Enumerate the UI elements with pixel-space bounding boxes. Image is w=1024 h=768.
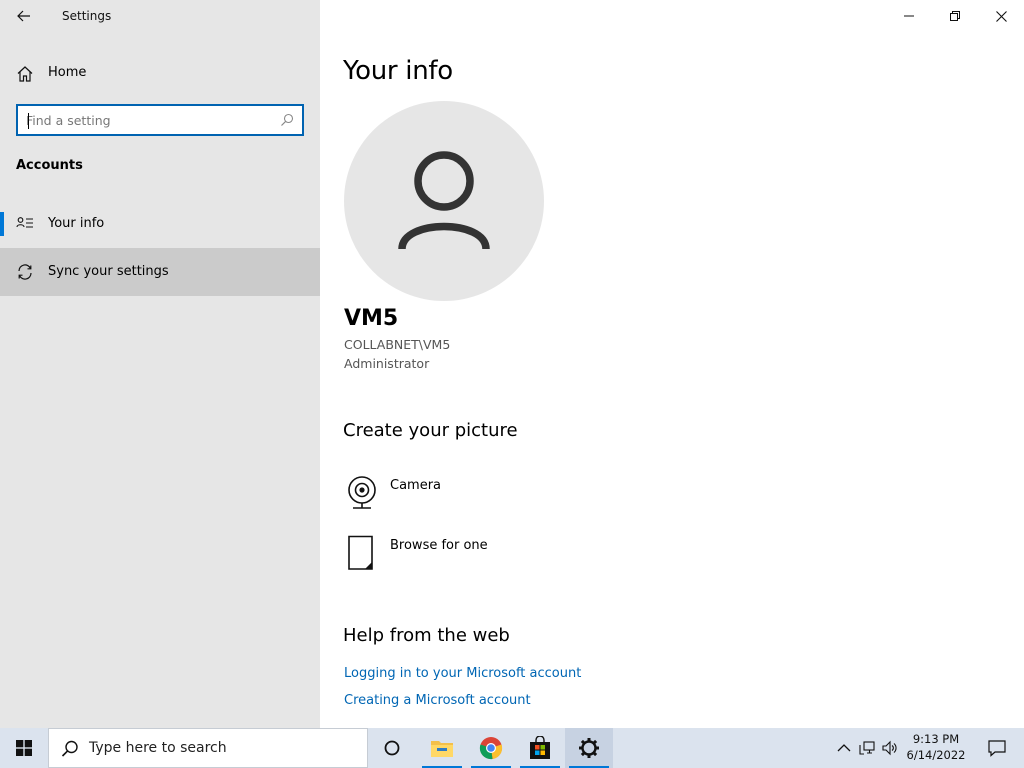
clock[interactable]: 9:13 PM 6/14/2022 bbox=[906, 731, 966, 763]
user-role: Administrator bbox=[344, 356, 430, 371]
user-account-path: COLLABNET\VM5 bbox=[344, 337, 451, 352]
taskbar-search-box[interactable]: Type here to search bbox=[48, 728, 368, 768]
camera-option[interactable]: Camera bbox=[344, 475, 644, 515]
help-heading: Help from the web bbox=[343, 625, 510, 646]
sidebar-item-sync-settings[interactable]: Sync your settings bbox=[0, 248, 320, 296]
browse-option[interactable]: Browse for one bbox=[344, 535, 644, 575]
page-title: Your info bbox=[343, 56, 453, 86]
minimize-button[interactable] bbox=[886, 0, 932, 32]
search-icon bbox=[61, 740, 78, 757]
task-view-icon bbox=[384, 740, 400, 756]
app-title: Settings bbox=[62, 9, 112, 23]
taskbar-app-settings[interactable] bbox=[565, 728, 613, 768]
camera-option-label: Camera bbox=[390, 478, 442, 493]
avatar bbox=[344, 101, 544, 301]
store-icon bbox=[530, 736, 550, 759]
sidebar-item-label: Sync your settings bbox=[48, 264, 169, 279]
task-view-button[interactable] bbox=[368, 728, 416, 768]
chevron-up-icon[interactable] bbox=[836, 740, 852, 756]
system-tray: 9:13 PM 6/14/2022 bbox=[824, 728, 1024, 768]
find-setting-search[interactable] bbox=[16, 104, 304, 136]
section-title-accounts: Accounts bbox=[16, 158, 83, 173]
find-setting-input[interactable] bbox=[26, 111, 276, 129]
sync-icon bbox=[18, 264, 32, 280]
sidebar-home[interactable]: Home bbox=[0, 58, 320, 90]
file-icon bbox=[348, 535, 373, 570]
window-controls bbox=[886, 0, 1024, 32]
help-link-create-account[interactable]: Creating a Microsoft account bbox=[344, 693, 531, 708]
taskbar-app-microsoft-store[interactable] bbox=[516, 728, 564, 768]
gear-icon bbox=[579, 738, 599, 758]
clock-time: 9:13 PM bbox=[912, 732, 960, 746]
windows-logo-icon bbox=[16, 740, 32, 756]
back-arrow-icon bbox=[17, 10, 30, 22]
restore-icon bbox=[950, 11, 960, 21]
taskbar: Type here to search 9:13 PM 6/14/2022 bbox=[0, 728, 1024, 768]
help-link-logging-in[interactable]: Logging in to your Microsoft account bbox=[344, 666, 581, 681]
settings-sidebar: Settings Home Accounts Your info Sync yo… bbox=[0, 0, 320, 728]
clock-date: 6/14/2022 bbox=[906, 748, 966, 762]
browse-option-label: Browse for one bbox=[390, 538, 488, 553]
text-caret bbox=[28, 113, 29, 129]
camera-icon bbox=[348, 476, 376, 509]
create-picture-heading: Create your picture bbox=[343, 420, 518, 441]
network-icon[interactable] bbox=[859, 740, 875, 756]
restore-button[interactable] bbox=[932, 0, 978, 32]
back-button[interactable] bbox=[10, 4, 38, 28]
taskbar-app-file-explorer[interactable] bbox=[418, 728, 466, 768]
sidebar-item-label: Your info bbox=[48, 216, 105, 231]
volume-icon[interactable] bbox=[882, 740, 898, 756]
taskbar-app-chrome[interactable] bbox=[467, 728, 515, 768]
folder-icon bbox=[431, 741, 453, 757]
home-icon bbox=[17, 66, 33, 82]
main-content: Your info VM5 COLLABNET\VM5 Administrato… bbox=[320, 0, 1024, 728]
close-icon bbox=[995, 10, 1007, 22]
close-button[interactable] bbox=[978, 0, 1024, 32]
title-bar-left: Settings bbox=[0, 0, 320, 32]
chrome-icon bbox=[479, 737, 503, 760]
selected-indicator bbox=[0, 212, 4, 236]
start-button[interactable] bbox=[0, 728, 48, 768]
user-silhouette-icon bbox=[398, 151, 490, 250]
user-display-name: VM5 bbox=[344, 306, 399, 331]
sidebar-home-label: Home bbox=[48, 65, 87, 80]
taskbar-search-placeholder: Type here to search bbox=[89, 740, 227, 756]
search-icon[interactable] bbox=[280, 113, 294, 127]
minimize-icon bbox=[904, 15, 914, 17]
person-list-icon bbox=[16, 217, 33, 228]
notification-icon[interactable] bbox=[988, 739, 1006, 757]
sidebar-item-your-info[interactable]: Your info bbox=[0, 200, 320, 248]
